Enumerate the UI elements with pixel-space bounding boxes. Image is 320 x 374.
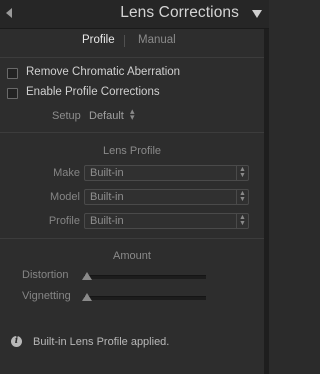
setup-label: Setup (52, 110, 81, 122)
profile-value: Built-in (90, 215, 124, 227)
make-value: Built-in (90, 167, 124, 179)
make-dropdown-arrows-icon[interactable]: ▲ ▼ (236, 166, 248, 180)
tab-profile[interactable]: Profile (82, 34, 115, 46)
distortion-slider-track[interactable] (84, 275, 206, 279)
vignetting-slider-track[interactable] (84, 296, 206, 300)
panel-title: Lens Corrections (120, 4, 239, 21)
collapse-triangle-icon[interactable] (252, 10, 262, 18)
panel-header[interactable]: Lens Corrections (0, 0, 269, 29)
profile-label: Profile (48, 215, 80, 227)
model-dropdown-arrows-icon[interactable]: ▲ ▼ (236, 190, 248, 204)
make-label: Make (53, 167, 80, 179)
amount-title: Amount (113, 250, 151, 262)
vignetting-label: Vignetting (22, 290, 71, 302)
enable-profile-corrections-option[interactable]: Enable Profile Corrections (0, 86, 264, 102)
profile-dropdown-arrows-icon[interactable]: ▲ ▼ (236, 214, 248, 228)
remove-chromatic-aberration-checkbox[interactable] (7, 68, 18, 79)
model-label: Model (50, 191, 80, 203)
status-message: Built-in Lens Profile applied. (33, 336, 170, 348)
setup-dropdown[interactable]: Default (89, 110, 124, 122)
vignetting-slider-thumb[interactable] (82, 293, 92, 301)
distortion-label: Distortion (22, 269, 69, 281)
enable-profile-corrections-checkbox[interactable] (7, 88, 18, 99)
tab-manual[interactable]: Manual (138, 34, 176, 46)
tab-separator (124, 35, 125, 47)
lens-profile-title: Lens Profile (102, 145, 162, 157)
divider (0, 238, 264, 239)
panel-left-triangle-icon[interactable] (6, 8, 12, 18)
make-dropdown[interactable]: Built-in ▲ ▼ (84, 165, 249, 181)
model-value: Built-in (90, 191, 124, 203)
remove-chromatic-aberration-option[interactable]: Remove Chromatic Aberration (0, 66, 264, 82)
remove-chromatic-aberration-label[interactable]: Remove Chromatic Aberration (26, 66, 180, 78)
distortion-slider-thumb[interactable] (82, 272, 92, 280)
model-dropdown[interactable]: Built-in ▲ ▼ (84, 189, 249, 205)
profile-dropdown[interactable]: Built-in ▲ ▼ (84, 213, 249, 229)
setup-dropdown-arrows-icon[interactable]: ▴ ▾ (130, 107, 135, 122)
enable-profile-corrections-label[interactable]: Enable Profile Corrections (26, 86, 160, 98)
panel-scroll-rail[interactable] (264, 29, 269, 374)
divider (0, 132, 264, 133)
info-icon: i (11, 336, 22, 347)
profile-manual-tabs: Profile Manual (0, 34, 264, 50)
divider (0, 57, 264, 58)
